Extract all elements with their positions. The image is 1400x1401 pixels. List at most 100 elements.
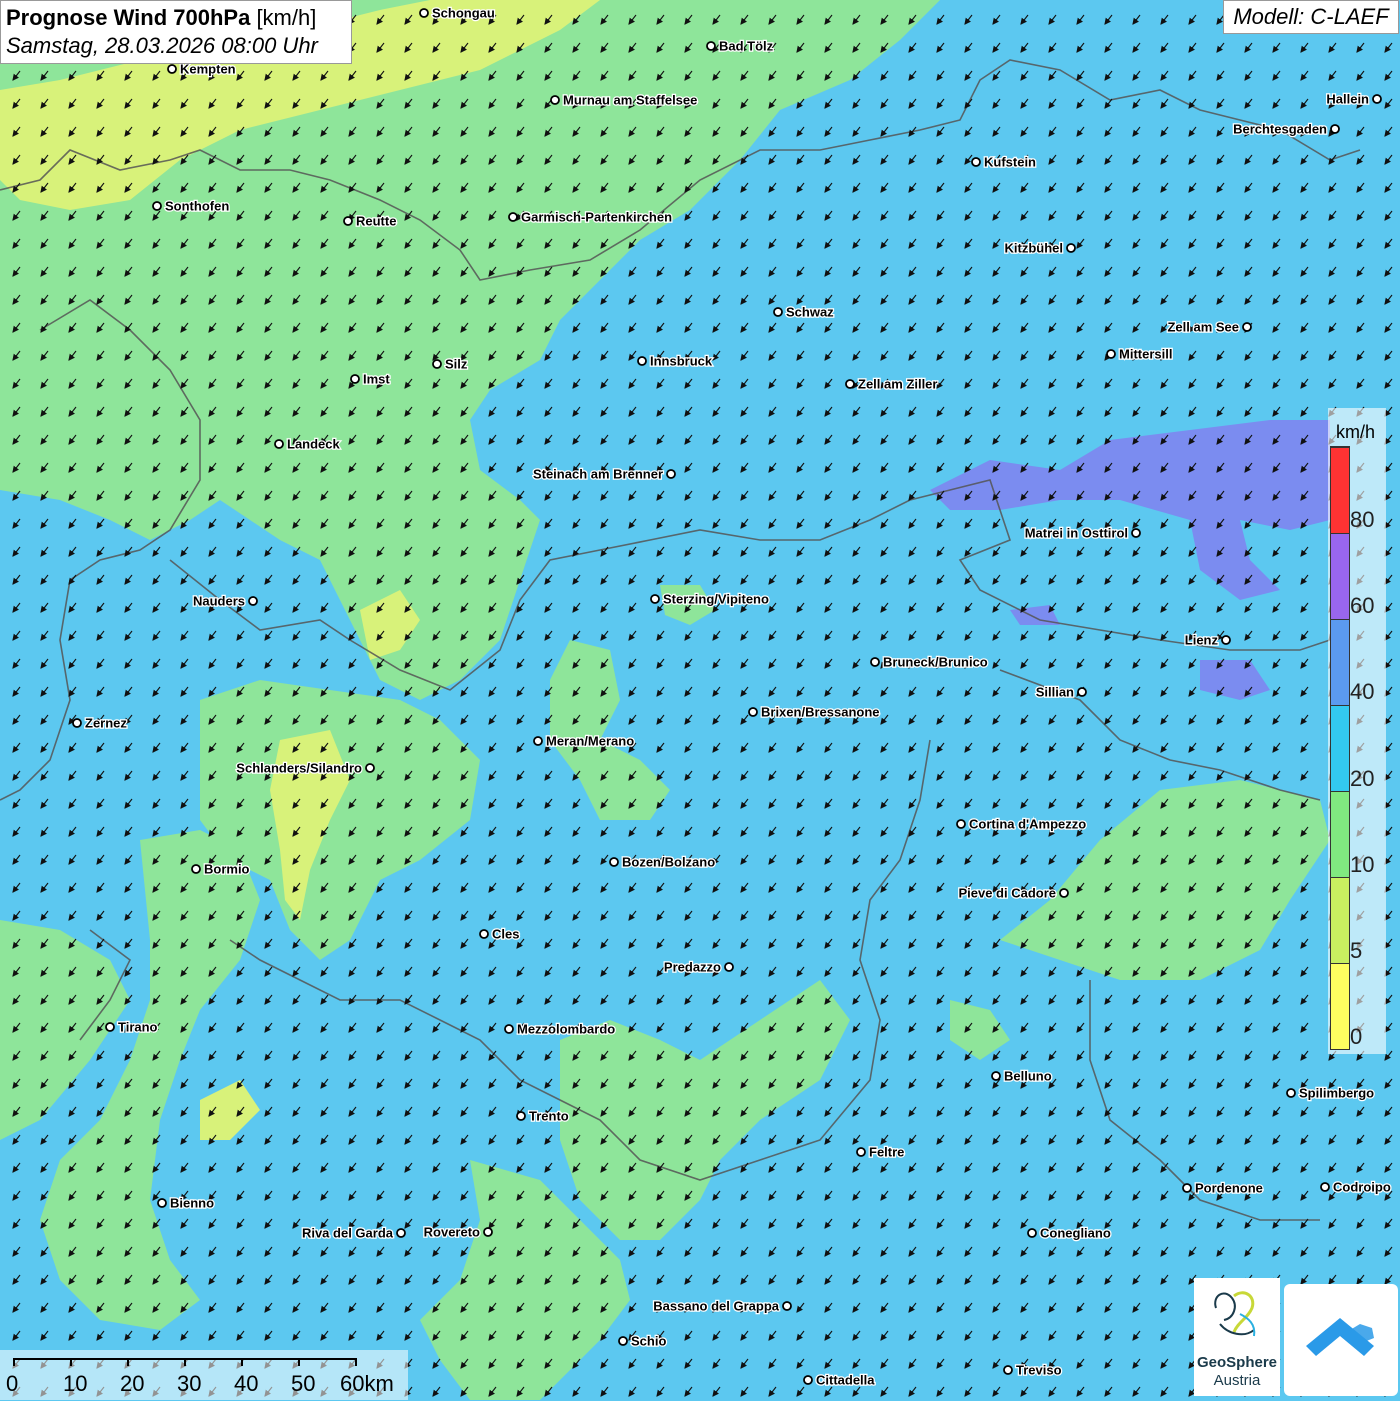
city-label: Bormio xyxy=(204,862,250,877)
city-label: Cortina d'Ampezzo xyxy=(969,817,1086,832)
scale-tick xyxy=(298,1358,300,1366)
city-dot xyxy=(637,356,647,366)
legend-unit: km/h xyxy=(1336,422,1376,442)
logo-line2: Austria xyxy=(1213,1372,1261,1389)
city-dot xyxy=(618,1336,628,1346)
legend-color-bar xyxy=(1330,446,1350,1050)
city-label: Zell am See xyxy=(1167,320,1239,335)
city-dot xyxy=(1106,349,1116,359)
city-label: Silz xyxy=(445,357,468,372)
legend-label: 20 xyxy=(1350,765,1375,791)
city-dot xyxy=(72,718,82,728)
scale-label: 20 xyxy=(120,1371,145,1396)
scale-tick xyxy=(70,1358,72,1366)
city-dot xyxy=(1077,687,1087,697)
forecast-datetime: Samstag, 28.03.2026 08:00 Uhr xyxy=(6,33,318,58)
city-dot xyxy=(504,1024,514,1034)
legend-label: 80 xyxy=(1350,507,1375,532)
city-dot xyxy=(1131,528,1141,538)
legend-segment xyxy=(1331,705,1349,791)
city-dot xyxy=(550,95,560,105)
city-label: Imst xyxy=(363,372,390,387)
city-dot xyxy=(1059,888,1069,898)
city-label: Mezzolombardo xyxy=(517,1022,615,1037)
city-dot xyxy=(274,439,284,449)
map-title: Prognose Wind 700hPa [km/h] xyxy=(6,4,346,32)
scale-label: 60km xyxy=(340,1371,394,1396)
scale-label: 50 xyxy=(291,1371,316,1396)
city-label: Mittersill xyxy=(1119,347,1172,362)
city-label: Zell am Ziller xyxy=(858,377,937,392)
city-dot xyxy=(533,736,543,746)
scale-label: 10 xyxy=(63,1371,88,1396)
scale-tick xyxy=(127,1358,129,1366)
legend-label: 60 xyxy=(1350,593,1375,619)
city-dot xyxy=(1330,124,1340,134)
city-label: Innsbruck xyxy=(650,354,713,369)
city-label: Bassano del Grappa xyxy=(653,1299,779,1314)
scale-label: 0 xyxy=(6,1371,19,1396)
city-dot xyxy=(991,1071,1001,1081)
city-label: Cittadella xyxy=(816,1373,875,1388)
geosphere-swirl-icon xyxy=(1214,1291,1256,1337)
scale-label: 40 xyxy=(234,1371,259,1396)
city-dot xyxy=(350,374,360,384)
city-label: Berchtesgaden xyxy=(1233,122,1327,137)
city-dot xyxy=(479,929,489,939)
city-dot xyxy=(706,41,716,51)
title-bold: Prognose Wind 700hPa xyxy=(6,5,251,30)
scale-tick xyxy=(13,1358,15,1366)
logo-line1: GeoSphere xyxy=(1196,1354,1278,1371)
city-label: Riva del Garda xyxy=(302,1226,394,1241)
city-dot xyxy=(1027,1228,1037,1238)
city-label: Bad Tölz xyxy=(719,39,774,54)
city-label: Landeck xyxy=(287,437,341,452)
city-dot xyxy=(1242,322,1252,332)
legend-segment xyxy=(1331,963,1349,1049)
city-dot xyxy=(971,157,981,167)
city-label: Kitzbühel xyxy=(1005,241,1064,256)
city-dot xyxy=(152,201,162,211)
wind-map: SchongauBad TölzKemptenMurnau am Staffel… xyxy=(0,0,1400,1400)
city-label: Schongau xyxy=(432,6,495,21)
city-label: Murnau am Staffelsee xyxy=(563,93,697,108)
city-label: Sillian xyxy=(1036,685,1074,700)
city-dot xyxy=(516,1111,526,1121)
legend-segment xyxy=(1331,447,1349,533)
city-label: Tirano xyxy=(118,1020,158,1035)
city-label: Pordenone xyxy=(1195,1181,1263,1196)
title-box: Prognose Wind 700hPa [km/h] Samstag, 28.… xyxy=(0,0,352,64)
city-label: Garmisch-Partenkirchen xyxy=(521,210,672,225)
city-dot xyxy=(1066,243,1076,253)
city-dot xyxy=(870,657,880,667)
model-label: Modell: C-LAEF xyxy=(1223,0,1399,34)
city-label: Pieve di Cadore xyxy=(958,886,1056,901)
city-label: Reutte xyxy=(356,214,396,229)
city-dot xyxy=(782,1301,792,1311)
city-label: Spilimbergo xyxy=(1299,1086,1374,1101)
city-label: Brixen/Bressanone xyxy=(761,705,880,720)
city-dot xyxy=(666,469,676,479)
legend-label: 10 xyxy=(1350,851,1375,877)
city-label: Lienz xyxy=(1185,633,1219,648)
city-label: Belluno xyxy=(1004,1069,1052,1084)
city-label: Bruneck/Brunico xyxy=(883,655,988,670)
city-label: Zernez xyxy=(85,716,127,731)
city-label: Codroipo xyxy=(1333,1180,1391,1195)
legend-label: 40 xyxy=(1350,679,1375,705)
city-dot xyxy=(343,216,353,226)
city-dot xyxy=(1003,1365,1013,1375)
city-label: Feltre xyxy=(869,1145,904,1160)
scale-tick xyxy=(241,1358,243,1366)
city-label: Sonthofen xyxy=(165,199,229,214)
city-dot xyxy=(432,359,442,369)
legend-segment xyxy=(1331,877,1349,963)
city-label: Cles xyxy=(492,927,519,942)
city-label: Hallein xyxy=(1326,92,1369,107)
city-dot xyxy=(748,707,758,717)
legend-label: 0 xyxy=(1350,1024,1363,1050)
city-dot xyxy=(724,962,734,972)
city-label: Predazzo xyxy=(664,960,721,975)
city-dot xyxy=(609,857,619,867)
app-chevron-icon xyxy=(1306,1318,1374,1356)
